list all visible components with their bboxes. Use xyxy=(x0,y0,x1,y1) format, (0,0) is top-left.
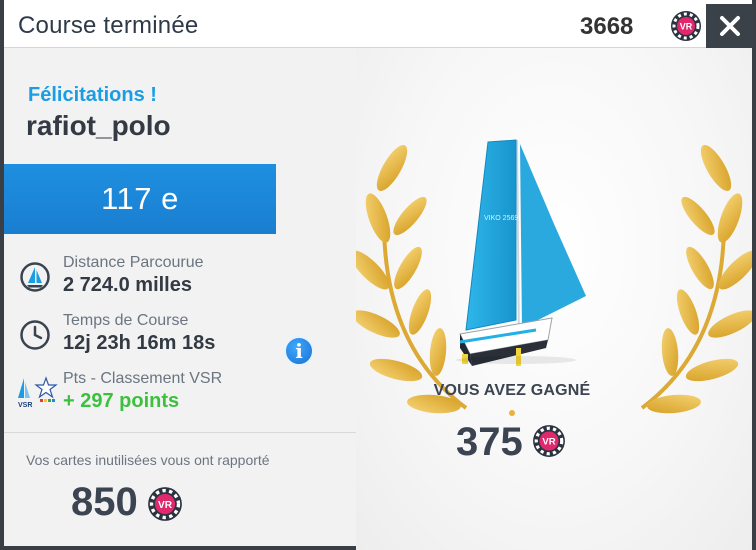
you-won-label: VOUS AVEZ GAGNÉ xyxy=(433,382,591,399)
stat-vsr-points: VSR Pts - Classement VSR + 297 points xyxy=(4,370,356,420)
stat-vsr-label: Pts - Classement VSR xyxy=(63,370,223,387)
rank-value: 117 e xyxy=(101,181,179,216)
unused-cards-text: Vos cartes inutilisées vous ont rapporté xyxy=(26,452,270,468)
won-coins-value: 375 xyxy=(456,420,523,464)
unused-cards-value: 850 xyxy=(71,480,138,524)
sailboat-icon xyxy=(20,262,50,297)
clock-icon xyxy=(20,320,50,355)
vr-coin-icon: VR xyxy=(532,424,566,463)
laurel-and-boat-illustration: VIKO 2569 xyxy=(350,139,756,414)
close-button[interactable] xyxy=(706,4,754,48)
close-x-icon xyxy=(720,16,740,36)
svg-text:VSR: VSR xyxy=(18,402,32,409)
stat-race-time-label: Temps de Course xyxy=(63,312,189,329)
dialog-title: Course terminée xyxy=(18,12,199,39)
reward-panel: VIKO 2569 xyxy=(350,48,756,550)
stat-distance-label: Distance Parcourue xyxy=(63,254,204,271)
player-username: rafiot_polo xyxy=(26,110,171,141)
vr-coin-icon: VR xyxy=(670,10,702,47)
info-button[interactable]: i xyxy=(284,336,314,366)
rank-badge: 117 e xyxy=(4,164,276,234)
stat-distance-value: 2 724.0 milles xyxy=(63,274,192,296)
svg-text:VR: VR xyxy=(542,437,555,448)
dialog-header: Course terminée 3668 VR xyxy=(4,0,752,48)
race-finished-dialog: Course terminée 3668 VR Félicitations ! … xyxy=(0,0,756,550)
svg-text:VR: VR xyxy=(158,500,173,511)
laurel-left xyxy=(350,145,468,414)
info-icon: i xyxy=(295,339,303,363)
congratulations-text: Félicitations ! xyxy=(28,84,157,106)
vr-coin-icon: VR xyxy=(147,486,183,527)
svg-text:VIKO 2569: VIKO 2569 xyxy=(484,215,518,222)
sailboat-illustration: VIKO 2569 xyxy=(456,139,586,366)
laurel-right xyxy=(640,145,756,414)
stat-distance: Distance Parcourue 2 724.0 milles xyxy=(4,254,356,304)
decorative-dot xyxy=(509,410,515,416)
stat-vsr-value: + 297 points xyxy=(63,390,180,412)
coin-balance: 3668 xyxy=(580,13,634,40)
svg-text:VR: VR xyxy=(680,22,693,32)
section-divider xyxy=(4,432,356,433)
vsr-ranking-icon: VSR xyxy=(16,376,60,415)
stat-race-time-value: 12j 23h 16m 18s xyxy=(63,332,216,354)
